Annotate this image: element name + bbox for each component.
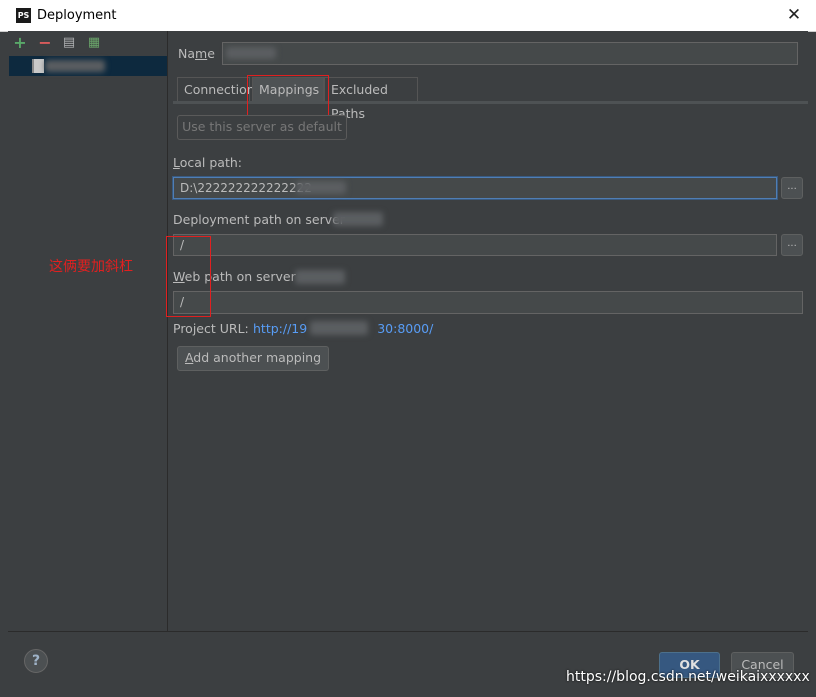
local-path-browse-button[interactable]: ... [781, 177, 803, 199]
local-path-field[interactable]: D:\222222222222222 [173, 177, 777, 199]
server-icon [32, 59, 44, 73]
copy-server-icon[interactable]: ▤ [62, 36, 76, 50]
add-server-icon[interactable]: + [13, 35, 27, 51]
title-bar [0, 0, 816, 32]
remove-server-icon[interactable]: − [38, 35, 52, 51]
deployment-path-label-redacted [333, 212, 383, 226]
local-path-label: Local path: [173, 155, 243, 170]
close-icon[interactable]: ✕ [786, 5, 802, 25]
web-path-field[interactable]: / [173, 291, 803, 314]
watermark-text: https://blog.csdn.net/weikaixxxxxx [566, 669, 810, 685]
name-label: Name [178, 46, 215, 61]
tab-excluded-paths[interactable]: Excluded Paths [324, 77, 418, 121]
server-name-value-redacted [226, 47, 276, 59]
server-name-redacted [45, 60, 105, 72]
mappings-tab-highlight [247, 75, 329, 117]
tab-connection[interactable]: Connection [177, 77, 255, 101]
slash-fields-highlight [166, 236, 211, 317]
server-name-field[interactable] [222, 42, 798, 65]
use-as-default-button[interactable]: Use this server as default [177, 115, 347, 140]
deployment-path-browse-button[interactable]: ... [781, 234, 803, 256]
deployment-path-field[interactable]: / [173, 234, 777, 256]
add-another-mapping-button[interactable]: Add another mapping [177, 346, 329, 371]
web-path-label-redacted [295, 270, 345, 284]
use-as-default-icon[interactable]: ▦ [87, 36, 101, 50]
project-url-label: Project URL: [173, 321, 249, 336]
phpstorm-logo-icon: PS [16, 8, 31, 23]
deployment-path-label: Deployment path on server [173, 212, 345, 227]
project-url-redacted [310, 321, 368, 335]
annotation-text: 这俩要加斜杠 [49, 259, 133, 275]
server-list-pane [8, 31, 168, 631]
help-icon[interactable]: ? [24, 649, 48, 673]
window-title: Deployment [37, 8, 117, 23]
local-path-redacted [296, 181, 346, 194]
